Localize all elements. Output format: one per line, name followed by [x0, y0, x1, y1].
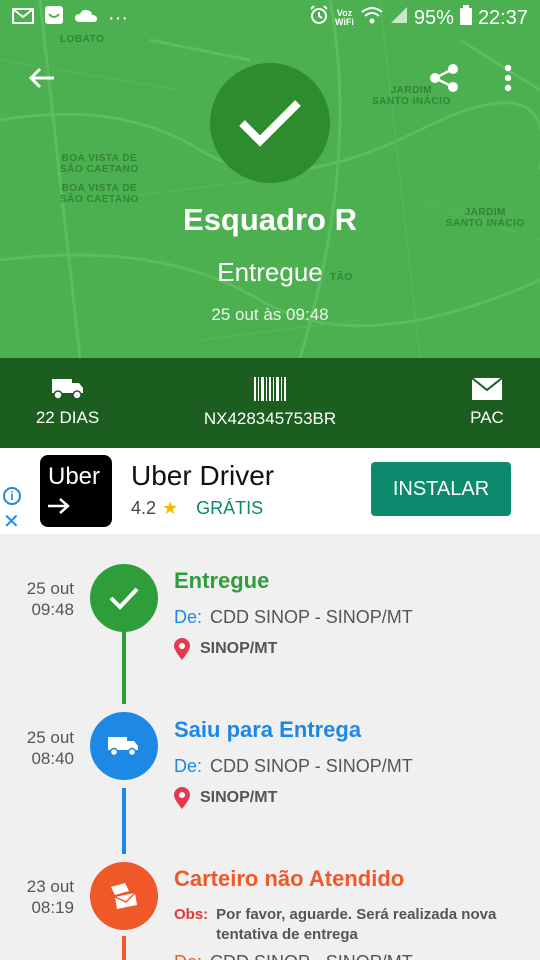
voz-wifi-label: Voz WiFi	[334, 8, 354, 27]
event-origin: De:CDD SINOP - SINOP/MT	[174, 607, 413, 627]
timeline-connector	[122, 936, 126, 960]
star-icon: ★	[162, 498, 179, 518]
event-date: 25 out 08:40	[26, 728, 74, 768]
clock: 22:37	[477, 6, 528, 29]
alarm-icon	[309, 5, 329, 31]
map-label: BOA VISTA DE SÃO CAETANO	[60, 153, 139, 175]
days-value: 22 DIAS	[35, 408, 100, 427]
check-icon	[239, 100, 301, 147]
timeline-connector	[122, 788, 126, 854]
arrow-right-icon	[48, 498, 70, 514]
tracking-timeline: 25 out 09:48 Entregue De: CDD SINOP - SINO…	[0, 534, 540, 960]
share-icon	[430, 64, 458, 92]
envelope-icon	[472, 378, 502, 400]
status-datetime: 25 out às 09:48	[211, 305, 329, 324]
ad-title: Uber Driver	[131, 460, 275, 491]
event-location: SINOP/MT	[174, 787, 277, 809]
more-options-button[interactable]	[494, 60, 522, 96]
header-map: LOBATO JARDIM SANTO INÁCIO BOA VISTA DE …	[0, 0, 540, 358]
install-button[interactable]: INSTALAR	[371, 462, 511, 516]
truck-icon	[51, 379, 83, 400]
event-origin: De:CDD SINOP - SINOP/MT	[174, 952, 413, 960]
event-status-circle	[90, 712, 158, 780]
check-icon	[109, 587, 139, 610]
wifi-icon	[360, 6, 384, 30]
ad-close-icon[interactable]: ✕	[3, 509, 20, 534]
more-notifications: ···	[108, 6, 128, 29]
uber-logo: Uber	[40, 455, 112, 527]
more-vert-icon	[504, 64, 512, 92]
event-origin: De:CDD SINOP - SINOP/MT	[174, 756, 413, 776]
ad-banner[interactable]: i ✕ Uber Uber Driver 4.2 ★ GRÁTIS INSTAL…	[0, 448, 540, 534]
event-title: Carteiro não Atendido	[174, 866, 405, 891]
ad-info-icon[interactable]: i	[3, 487, 21, 505]
ad-rating: 4.2	[131, 498, 157, 518]
event-title: Entregue	[174, 568, 270, 593]
battery-percent: 95%	[413, 6, 454, 29]
delivered-status-badge	[210, 63, 330, 183]
battery-icon	[459, 5, 472, 31]
uber-logo-text: Uber	[48, 463, 101, 490]
arrow-back-icon	[28, 67, 54, 89]
event-status-circle	[90, 862, 158, 930]
cloud-icon	[74, 7, 98, 30]
package-name: Esquadro R	[183, 202, 357, 237]
tracking-code-info[interactable]: NX428345753BR	[180, 358, 360, 448]
service-value: PAC	[470, 408, 504, 427]
share-button[interactable]	[426, 60, 462, 96]
timeline-connector	[122, 632, 126, 704]
event-title: Saiu para Entrega	[174, 717, 362, 742]
event-observation: Obs: Por favor, aguarde. Será realizada …	[174, 906, 497, 943]
package-status: Entregue	[217, 257, 323, 287]
barcode-icon	[254, 377, 286, 401]
mail-stack-icon	[111, 883, 137, 909]
tracking-code: NX428345753BR	[203, 409, 337, 428]
event-location: SINOP/MT	[174, 638, 277, 660]
signal-icon	[390, 6, 408, 30]
event-date: 23 out 08:19	[26, 877, 74, 917]
ad-price: GRÁTIS	[196, 498, 264, 518]
mail-icon	[12, 7, 34, 30]
location-pin-icon	[174, 638, 190, 660]
location-pin-icon	[174, 787, 190, 809]
service-info: PAC	[452, 358, 522, 448]
truck-icon	[108, 737, 138, 757]
days-info: 22 DIAS	[20, 358, 115, 448]
ad-meta: 4.2 ★ GRÁTIS	[131, 498, 263, 519]
event-date: 25 out 09:48	[26, 579, 74, 619]
status-bar: ··· Voz WiFi 95% 22:37	[0, 0, 540, 36]
back-button[interactable]	[24, 60, 60, 96]
event-status-circle	[90, 564, 158, 632]
package-info-bar: 22 DIAS NX428345753BR PAC	[0, 358, 540, 448]
smile-icon	[44, 5, 64, 31]
